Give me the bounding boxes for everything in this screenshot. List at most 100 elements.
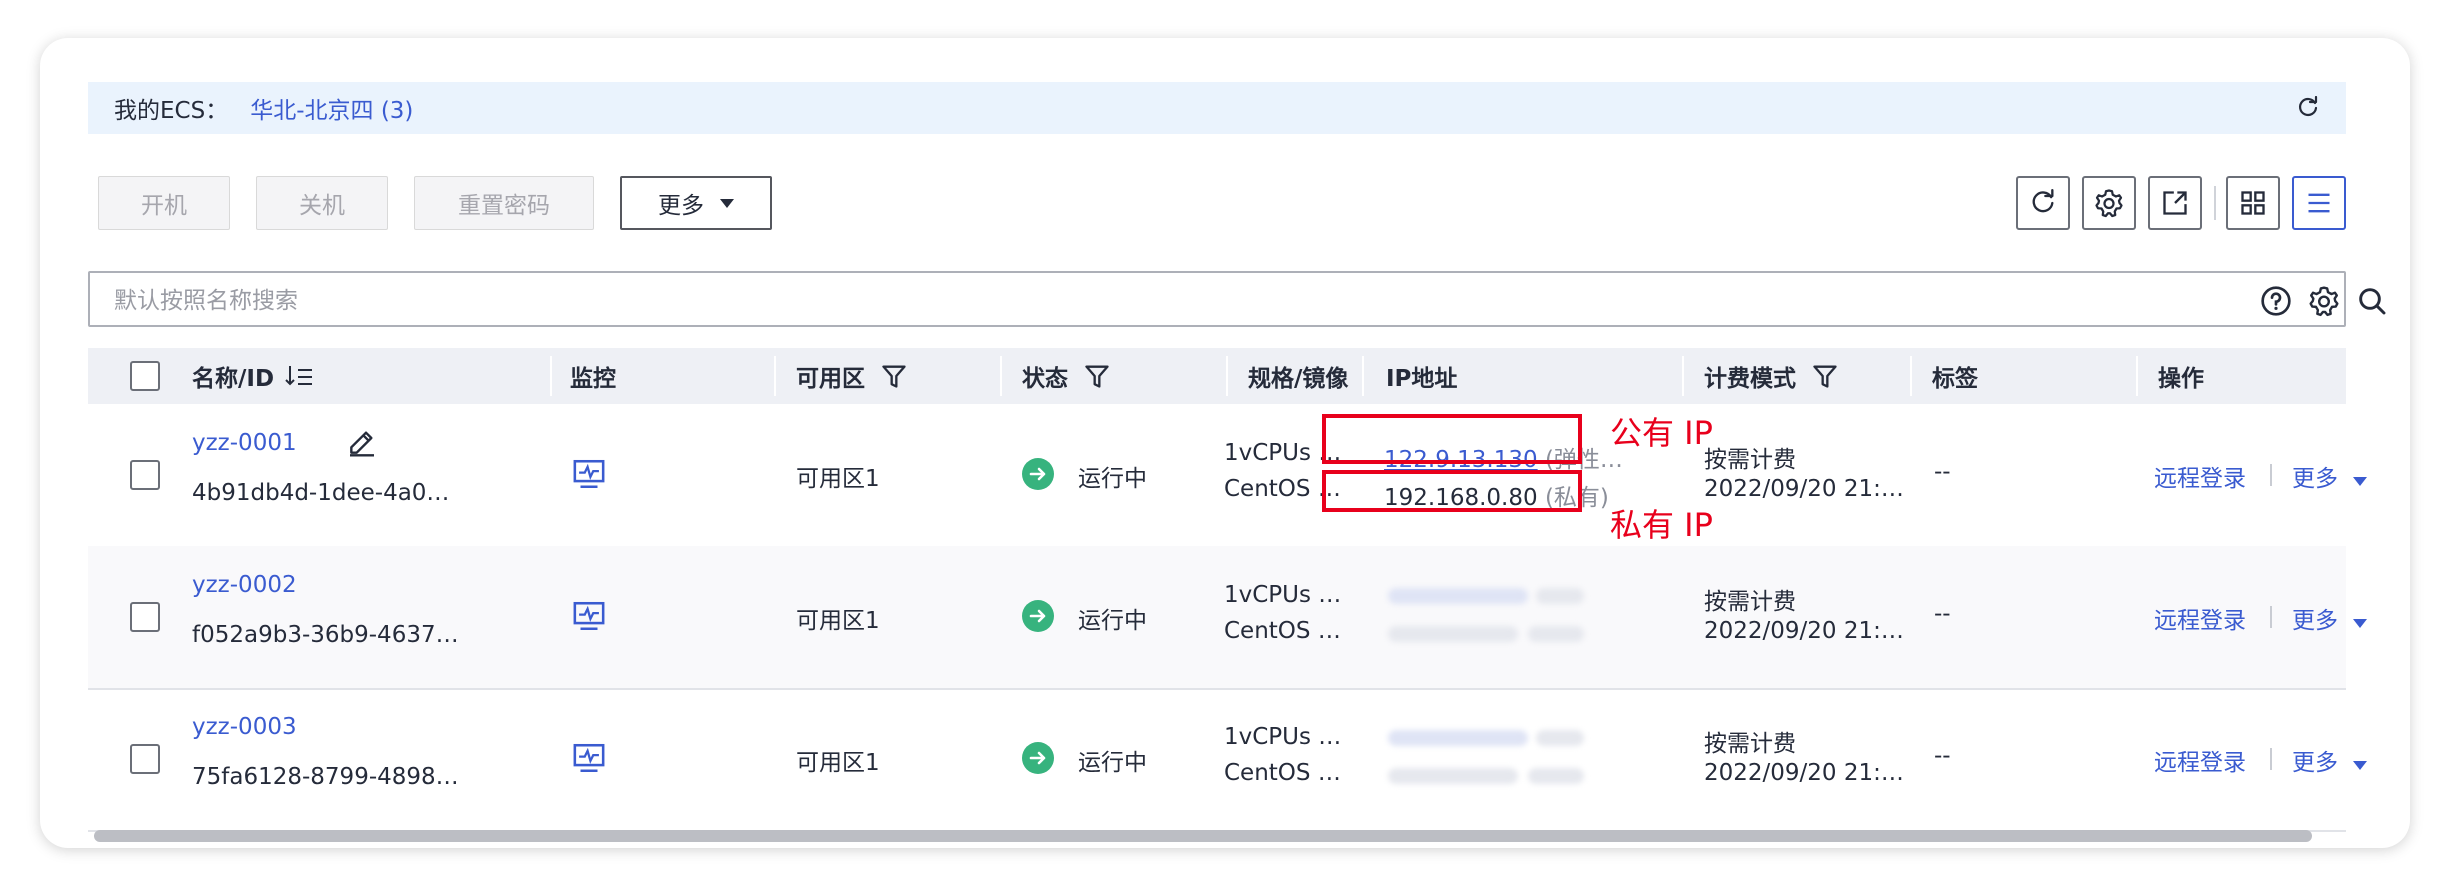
availability-zone: 可用区1 [796, 608, 880, 634]
ecs-instance-panel: 我的ECS： 华北-北京四 (3) 开机 关机 重置密码 更多 默认按照名称搜索… [40, 38, 2410, 848]
sort-icon[interactable] [284, 362, 314, 390]
gear-icon [2095, 189, 2123, 218]
column-divider [1910, 356, 1912, 396]
column-header-az: 可用区 [796, 348, 909, 404]
help-icon[interactable] [2260, 285, 2292, 317]
column-divider [1226, 356, 1228, 396]
caret-down-icon [2353, 619, 2368, 628]
arrow-right-icon [1029, 609, 1046, 623]
monitor-icon[interactable] [572, 600, 606, 632]
export-button[interactable] [2148, 176, 2202, 230]
table-row: yzz-0002 f052a9b3-36b9-4637… 可用区1 运行中 1v… [88, 546, 2368, 690]
monitor-icon[interactable] [572, 458, 606, 490]
created-time: 2022/09/20 21:… [1704, 760, 1904, 786]
column-header-az-label: 可用区 [796, 366, 865, 392]
op-divider [2270, 606, 2272, 628]
refresh-list-button[interactable] [2016, 176, 2070, 230]
column-header-monitor: 监控 [570, 366, 616, 392]
filter-icon[interactable] [1082, 362, 1112, 390]
region-selector-link[interactable]: 华北-北京四 (3) [250, 91, 413, 125]
column-divider [2136, 356, 2138, 396]
row-more-dropdown[interactable]: 更多 [2292, 743, 2368, 777]
filter-icon[interactable] [879, 362, 909, 390]
row-checkbox[interactable] [130, 602, 160, 632]
list-view-button[interactable] [2292, 176, 2346, 230]
availability-zone: 可用区1 [796, 466, 880, 492]
op-divider [2270, 748, 2272, 770]
image: CentOS … [1224, 618, 1341, 644]
remote-login-link[interactable]: 远程登录 [2154, 743, 2246, 777]
created-time: 2022/09/20 21:… [1704, 476, 1904, 502]
blurred-public-ip-type [1536, 588, 1584, 604]
row-more-label: 更多 [2292, 466, 2338, 492]
view-toolbar [2016, 176, 2346, 232]
row-more-label: 更多 [2292, 750, 2338, 776]
column-header-ops: 操作 [2158, 366, 2204, 392]
column-header-name[interactable]: 名称/ID [192, 348, 314, 404]
instance-id: 4b91db4d-1dee-4a0… [192, 480, 450, 506]
select-all-checkbox[interactable] [130, 361, 160, 391]
status-text: 运行中 [1078, 608, 1147, 634]
row-checkbox[interactable] [130, 744, 160, 774]
row-more-dropdown[interactable]: 更多 [2292, 601, 2368, 635]
private-ip-highlight-box [1322, 470, 1582, 512]
stop-button[interactable]: 关机 [256, 176, 388, 230]
remote-login-link[interactable]: 远程登录 [2154, 601, 2246, 635]
instance-id: f052a9b3-36b9-4637… [192, 622, 459, 648]
settings-button[interactable] [2082, 176, 2136, 230]
op-divider [2270, 464, 2272, 486]
status-running-icon [1022, 458, 1054, 490]
gear-icon[interactable] [2308, 285, 2340, 317]
refresh-icon [2032, 189, 2054, 213]
instance-name-link[interactable]: yzz-0001 [192, 430, 297, 456]
instance-id: 75fa6128-8799-4898… [192, 764, 459, 790]
created-time: 2022/09/20 21:… [1704, 618, 1904, 644]
row-more-dropdown[interactable]: 更多 [2292, 459, 2368, 493]
row-checkbox[interactable] [130, 460, 160, 490]
blurred-public-ip-type [1536, 730, 1584, 746]
availability-zone: 可用区1 [796, 750, 880, 776]
reset-password-button[interactable]: 重置密码 [414, 176, 594, 230]
arrow-right-icon [1029, 467, 1046, 481]
arrow-right-icon [1029, 751, 1046, 765]
billing-mode: 按需计费 [1704, 589, 1796, 615]
card-view-button[interactable] [2226, 176, 2280, 230]
column-header-status: 状态 [1022, 348, 1112, 404]
status-text: 运行中 [1078, 466, 1147, 492]
remote-login-link[interactable]: 远程登录 [2154, 459, 2246, 493]
column-divider [1682, 356, 1684, 396]
column-header-status-label: 状态 [1022, 366, 1068, 392]
export-icon [2163, 191, 2187, 215]
column-divider [1362, 356, 1364, 396]
blurred-private-ip [1388, 626, 1518, 642]
monitor-icon[interactable] [572, 742, 606, 774]
blurred-public-ip [1388, 588, 1528, 604]
column-header-name-label: 名称/ID [192, 366, 275, 392]
instance-name-link[interactable]: yzz-0003 [192, 714, 297, 740]
column-header-billing: 计费模式 [1704, 348, 1840, 404]
search-input[interactable] [112, 283, 2016, 319]
start-button[interactable]: 开机 [98, 176, 230, 230]
refresh-icon[interactable] [2296, 96, 2320, 120]
tags: -- [1934, 743, 1951, 769]
image: CentOS … [1224, 760, 1341, 786]
filter-icon[interactable] [1810, 362, 1840, 390]
blurred-private-ip-type [1528, 626, 1584, 642]
table-row: yzz-0001 4b91db4d-1dee-4a0… 可用区1 运行中 1vC… [88, 404, 2368, 548]
horizontal-scrollbar[interactable] [94, 830, 2312, 842]
blurred-public-ip [1388, 730, 1528, 746]
blurred-private-ip [1388, 768, 1518, 784]
blurred-private-ip-type [1528, 768, 1584, 784]
search-bar [88, 271, 2386, 327]
search-icon[interactable] [2356, 285, 2388, 317]
toolbar-divider [2214, 186, 2216, 220]
caret-down-icon [2353, 477, 2368, 486]
edit-pencil-icon[interactable] [346, 426, 378, 458]
column-divider [550, 356, 552, 396]
instance-name-link[interactable]: yzz-0002 [192, 572, 297, 598]
table-row: yzz-0003 75fa6128-8799-4898… 可用区1 运行中 1v… [88, 688, 2368, 832]
public-ip-highlight-box [1322, 414, 1582, 464]
column-header-tags: 标签 [1932, 366, 1978, 392]
column-header-billing-label: 计费模式 [1704, 366, 1796, 392]
more-actions-dropdown[interactable]: 更多 [620, 176, 772, 230]
